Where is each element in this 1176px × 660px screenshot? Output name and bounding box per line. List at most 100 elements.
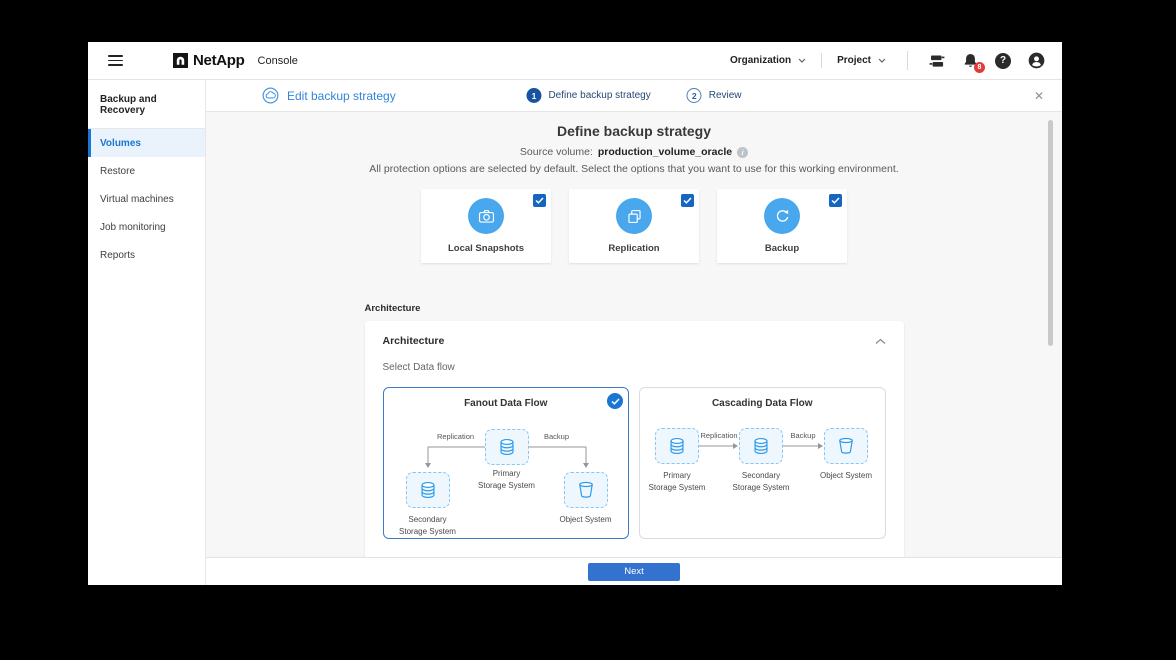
refresh-icon [764, 198, 800, 234]
next-button[interactable]: Next [588, 563, 680, 581]
netapp-console-window: NetApp Console Organization Project [88, 42, 1062, 585]
architecture-card-title: Architecture [383, 335, 445, 347]
architecture-section-label: Architecture [365, 303, 904, 314]
architecture-card: Architecture Select Data flow [365, 321, 904, 557]
cascading-arrows [640, 388, 887, 540]
node-label: Storage System [640, 483, 714, 492]
source-volume-value: production_volume_oracle [598, 146, 732, 158]
node-label: Object System [801, 471, 891, 480]
source-volume-line: Source volume: production_volume_oracle … [520, 146, 748, 158]
divider [907, 51, 908, 70]
netapp-logo: NetApp [173, 52, 245, 69]
scrollbar-thumb[interactable] [1048, 120, 1053, 346]
node-label: Secondary [716, 471, 806, 480]
info-icon[interactable]: i [737, 147, 748, 158]
sidebar-item-label: Virtual machines [100, 194, 174, 205]
netapp-logo-mark [173, 53, 188, 68]
wizard-content: Define backup strategy Source volume: pr… [206, 112, 1062, 557]
secondary-storage-node [406, 472, 450, 508]
wizard-footer: Next [206, 557, 1062, 585]
body: Backup and Recovery Volumes Restore Virt… [88, 80, 1062, 585]
source-volume-label: Source volume: [520, 146, 593, 158]
notification-badge: 8 [974, 62, 985, 73]
main-area: Edit backup strategy 1 Define backup str… [206, 80, 1062, 585]
close-icon[interactable]: ✕ [1034, 89, 1044, 103]
step-number: 1 [526, 88, 541, 103]
database-icon [666, 435, 688, 457]
data-flow-options: Fanout Data Flow Replication Backup [383, 387, 886, 539]
architecture-section: Architecture Architecture Select Data fl… [365, 303, 904, 557]
wizard-steps: 1 Define backup strategy 2 Review [526, 88, 741, 103]
bucket-icon [835, 435, 857, 457]
top-header: NetApp Console Organization Project [88, 42, 1062, 80]
sidebar-item-label: Restore [100, 166, 135, 177]
checkbox-checked-icon[interactable] [681, 194, 694, 207]
option-card-backup[interactable]: Backup [717, 189, 847, 263]
node-label: Primary [640, 471, 714, 480]
sidebar-item-virtual-machines[interactable]: Virtual machines [88, 185, 205, 213]
node-label: Storage System [716, 483, 806, 492]
bucket-icon [575, 479, 597, 501]
app-name: Console [258, 55, 298, 67]
node-label: Storage System [462, 481, 552, 490]
organization-dropdown[interactable]: Organization [728, 51, 808, 70]
chevron-down-icon [878, 58, 886, 63]
wizard-title: Edit backup strategy [287, 89, 396, 103]
sidebar: Backup and Recovery Volumes Restore Virt… [88, 80, 206, 585]
step-number: 2 [687, 88, 702, 103]
menu-icon[interactable] [108, 55, 123, 66]
sidebar-item-restore[interactable]: Restore [88, 157, 205, 185]
node-label: Primary [462, 469, 552, 478]
step-review[interactable]: 2 Review [687, 88, 742, 103]
sidebar-item-label: Reports [100, 250, 135, 261]
sidebar-item-label: Volumes [100, 138, 141, 149]
option-label: Replication [608, 243, 659, 254]
flow-card-fanout[interactable]: Fanout Data Flow Replication Backup [383, 387, 630, 539]
wizard-bar: Edit backup strategy 1 Define backup str… [206, 80, 1062, 112]
chevron-up-icon[interactable] [875, 338, 886, 345]
primary-storage-node [485, 429, 529, 465]
sidebar-item-reports[interactable]: Reports [88, 241, 205, 269]
header-actions: Organization Project [728, 51, 1046, 71]
page-title: Define backup strategy [557, 123, 711, 139]
help-icon[interactable]: ? [993, 51, 1013, 71]
select-data-flow-label: Select Data flow [383, 362, 886, 373]
sidebar-item-label: Job monitoring [100, 222, 166, 233]
option-card-local-snapshots[interactable]: Local Snapshots [421, 189, 551, 263]
edge-label-replication: Replication [416, 432, 496, 441]
checkbox-checked-icon[interactable] [533, 194, 546, 207]
user-avatar-icon[interactable] [1026, 51, 1046, 71]
connector-icon[interactable] [927, 51, 947, 71]
step-label: Define backup strategy [548, 90, 650, 101]
node-label: Secondary [384, 515, 472, 524]
flow-card-cascading[interactable]: Cascading Data Flow Replication Backup [639, 387, 886, 539]
step-label: Review [709, 90, 742, 101]
checkbox-checked-icon[interactable] [829, 194, 842, 207]
brand-name: NetApp [193, 52, 245, 69]
notifications-bell-icon[interactable]: 8 [960, 51, 980, 71]
database-icon [496, 436, 518, 458]
intro-text: All protection options are selected by d… [369, 163, 898, 175]
copy-icon [616, 198, 652, 234]
architecture-card-header: Architecture [383, 335, 886, 347]
node-label: Object System [541, 515, 631, 524]
backup-cloud-icon [262, 87, 279, 104]
object-storage-node [824, 428, 868, 464]
sidebar-item-volumes[interactable]: Volumes [88, 129, 205, 157]
divider [821, 53, 822, 68]
option-label: Local Snapshots [448, 243, 524, 254]
secondary-storage-node [739, 428, 783, 464]
organization-label: Organization [730, 55, 791, 66]
step-define-backup-strategy[interactable]: 1 Define backup strategy [526, 88, 650, 103]
option-label: Backup [765, 243, 799, 254]
database-icon [750, 435, 772, 457]
sidebar-item-job-monitoring[interactable]: Job monitoring [88, 213, 205, 241]
project-dropdown[interactable]: Project [835, 51, 888, 70]
project-label: Project [837, 55, 871, 66]
edge-label-backup: Backup [517, 432, 597, 441]
chevron-down-icon [798, 58, 806, 63]
camera-icon [468, 198, 504, 234]
option-card-replication[interactable]: Replication [569, 189, 699, 263]
database-icon [417, 479, 439, 501]
object-storage-node [564, 472, 608, 508]
